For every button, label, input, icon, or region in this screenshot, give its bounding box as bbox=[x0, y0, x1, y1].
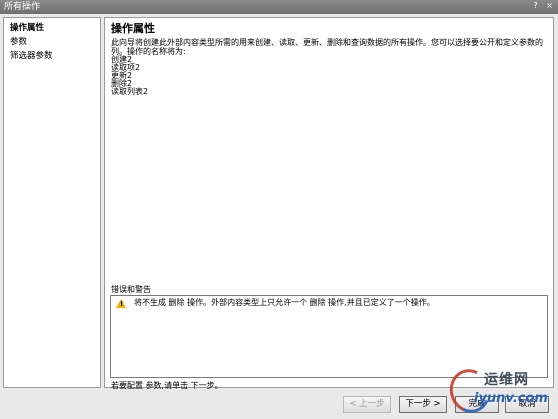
list-item: 更新2 bbox=[111, 71, 133, 80]
window-title: 所有操作 bbox=[4, 2, 41, 12]
sidebar-item-operation-properties[interactable]: 操作属性 bbox=[4, 21, 100, 35]
sidebar-item-filter-parameters[interactable]: 筛选器参数 bbox=[4, 49, 100, 63]
page-title: 操作属性 bbox=[111, 22, 155, 35]
list-item: 读取列表2 bbox=[111, 87, 149, 96]
errors-warnings-list[interactable]: ! 将不生成 删除 操作。外部内容类型上只允许一个 删除 操作,并且已定义了一个… bbox=[110, 295, 548, 378]
next-button[interactable]: 下一步 > bbox=[399, 396, 447, 413]
list-item: 创建2 bbox=[111, 55, 133, 64]
cancel-button[interactable]: 取消 bbox=[505, 396, 549, 413]
operation-list: 创建2 读取项2 更新2 删除2 读取列表2 bbox=[111, 56, 547, 96]
dialog-body: 操作属性 参数 筛选器参数 操作属性 此向导将创建此外部内容类型所需的用来创建、… bbox=[0, 14, 558, 419]
sidebar-item-parameters[interactable]: 参数 bbox=[4, 35, 100, 49]
warning-icon: ! bbox=[116, 298, 126, 308]
description-text: 此向导将创建此外部内容类型所需的用来创建、读取、更新、删除和查询数据的所有操作。… bbox=[111, 38, 543, 56]
help-icon[interactable]: ? bbox=[530, 1, 541, 12]
finish-button[interactable]: 完成 bbox=[455, 396, 499, 413]
hint-text: 若要配置 参数,请单击 下一步。 bbox=[111, 381, 223, 390]
list-item: 删除2 bbox=[111, 79, 133, 88]
warning-row[interactable]: ! 将不生成 删除 操作。外部内容类型上只允许一个 删除 操作,并且已定义了一个… bbox=[114, 298, 544, 308]
wizard-footer: < 上一步 下一步 > 完成 取消 bbox=[0, 393, 558, 419]
main-panel: 操作属性 此向导将创建此外部内容类型所需的用来创建、读取、更新、删除和查询数据的… bbox=[104, 17, 554, 390]
close-icon[interactable]: × bbox=[544, 1, 555, 12]
window-titlebar: 所有操作 ? × bbox=[0, 0, 558, 14]
wizard-steps-sidebar: 操作属性 参数 筛选器参数 bbox=[3, 17, 101, 388]
list-item: 读取项2 bbox=[111, 63, 141, 72]
warning-text: 将不生成 删除 操作。外部内容类型上只允许一个 删除 操作,并且已定义了一个操作… bbox=[134, 298, 435, 307]
errors-warnings-label: 错误和警告 bbox=[111, 285, 151, 294]
previous-button[interactable]: < 上一步 bbox=[343, 396, 391, 413]
